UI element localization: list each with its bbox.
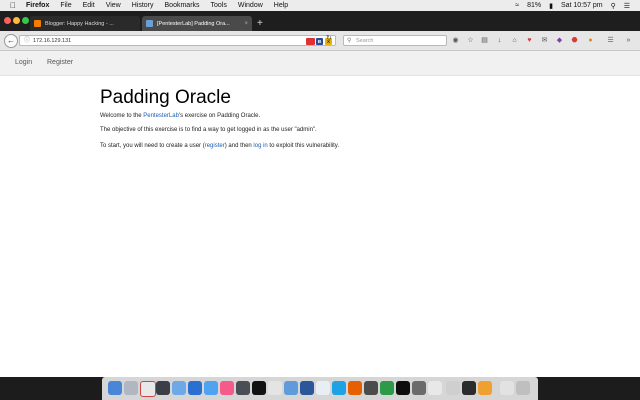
- welcome-paragraph: Welcome to the PentesterLab's exercise o…: [100, 113, 260, 119]
- home-icon[interactable]: ⌂: [510, 36, 519, 45]
- folder-icon[interactable]: [446, 381, 460, 395]
- globe-favicon-icon: [146, 20, 153, 27]
- minimize-window-button[interactable]: [13, 17, 20, 24]
- download-icon[interactable]: ↓: [495, 36, 504, 45]
- pocket-icon[interactable]: ♥: [525, 36, 534, 45]
- start-suffix: to exploit this vulnerability.: [267, 143, 340, 149]
- tab-pentesterlab[interactable]: [PentesterLab] Padding Ora... ×: [142, 16, 252, 31]
- battery-percent[interactable]: 81%: [527, 2, 541, 9]
- chrome-icon[interactable]: [380, 381, 394, 395]
- menu-file[interactable]: File: [60, 2, 71, 9]
- firefox-icon[interactable]: [348, 381, 362, 395]
- mac-menubar:  Firefox File Edit View History Bookmar…: [0, 0, 640, 11]
- terminal-icon[interactable]: [396, 381, 410, 395]
- instructions-paragraph: To start, you will need to create a user…: [100, 143, 339, 149]
- menu-tools[interactable]: Tools: [211, 2, 227, 9]
- app-store-icon[interactable]: [156, 381, 170, 395]
- downloads-icon[interactable]: [500, 381, 514, 395]
- navigation-toolbar: ← ⓘ 172.16.129.131 B X ↻ ⚲ Search ◉ ☆ ▤ …: [0, 31, 640, 51]
- abp-icon[interactable]: ⬣: [570, 36, 579, 45]
- register-inline-link[interactable]: register: [205, 143, 225, 149]
- url-bar[interactable]: ⓘ 172.16.129.131 B X: [19, 35, 336, 46]
- site-navbar: Login Register: [0, 51, 640, 76]
- menubar-status: ≈ 81% ▮ Sat 10:57 pm ⚲ ☰: [515, 0, 630, 11]
- apple-menu-icon[interactable]: : [10, 1, 18, 10]
- page-content: Login Register Padding Oracle Welcome to…: [0, 51, 640, 377]
- trash-icon[interactable]: [516, 381, 530, 395]
- back-button[interactable]: ←: [4, 34, 18, 48]
- spotlight-icon[interactable]: ⚲: [611, 2, 616, 10]
- clock[interactable]: Sat 10:57 pm: [561, 2, 603, 9]
- utility-icon[interactable]: [412, 381, 426, 395]
- wifi-icon[interactable]: ≈: [515, 2, 519, 9]
- system-app-icon[interactable]: [236, 381, 250, 395]
- close-window-button[interactable]: [4, 17, 11, 24]
- mail-icon[interactable]: [284, 381, 298, 395]
- battery-icon[interactable]: ▮: [549, 2, 553, 10]
- menu-window[interactable]: Window: [238, 2, 263, 9]
- close-tab-icon[interactable]: ×: [244, 21, 248, 27]
- tab-blogger[interactable]: Blogger: Happy Hacking - ...: [30, 16, 140, 31]
- zoom-window-button[interactable]: [22, 17, 29, 24]
- menu-edit[interactable]: Edit: [83, 2, 95, 9]
- search-placeholder: Search: [356, 38, 374, 44]
- calendar-icon[interactable]: [140, 381, 156, 397]
- menu-app-name[interactable]: Firefox: [26, 2, 49, 9]
- share-icon[interactable]: ✉: [540, 36, 549, 45]
- welcome-prefix: Welcome to the: [100, 113, 144, 119]
- reload-icon[interactable]: ↻: [326, 34, 332, 42]
- document-icon[interactable]: [428, 381, 442, 395]
- menu-hamburger-icon[interactable]: ☰: [606, 36, 615, 45]
- text-app-icon[interactable]: [316, 381, 330, 395]
- menu-history[interactable]: History: [132, 2, 154, 9]
- blogger-favicon-icon: [34, 20, 41, 27]
- login-link[interactable]: Login: [15, 59, 32, 66]
- new-tab-button[interactable]: +: [257, 16, 263, 31]
- bookmark-star-icon[interactable]: ☆: [466, 36, 475, 45]
- notification-center-icon[interactable]: ☰: [624, 2, 630, 10]
- menu-help[interactable]: Help: [274, 2, 288, 9]
- screen-icon[interactable]: [462, 381, 476, 395]
- text-editor-icon[interactable]: [268, 381, 282, 395]
- skype-icon[interactable]: [332, 381, 346, 395]
- search-icon: ⚲: [347, 38, 352, 44]
- search-box[interactable]: ⚲ Search: [343, 35, 447, 46]
- preview-icon[interactable]: [172, 381, 186, 395]
- word-icon[interactable]: [300, 381, 314, 395]
- launchpad-icon[interactable]: [124, 381, 138, 395]
- extension-b-badge[interactable]: B: [316, 38, 323, 45]
- terminal-like-icon[interactable]: [252, 381, 266, 395]
- register-link[interactable]: Register: [47, 59, 73, 66]
- site-info-icon[interactable]: ⓘ: [24, 36, 30, 47]
- itunes-icon[interactable]: [220, 381, 234, 395]
- finder-icon[interactable]: [108, 381, 122, 395]
- start-prefix: To start, you will need to create a user…: [100, 143, 205, 149]
- menu-bookmarks[interactable]: Bookmarks: [165, 2, 200, 9]
- extension-red-icon[interactable]: [306, 38, 315, 45]
- pentesterlab-link[interactable]: PentesterLab: [143, 113, 179, 119]
- xcode-icon[interactable]: [188, 381, 202, 395]
- login-inline-link[interactable]: log in: [253, 143, 267, 149]
- app-orange-icon[interactable]: [478, 381, 492, 395]
- overflow-icon[interactable]: »: [624, 36, 633, 45]
- app-icon[interactable]: [204, 381, 218, 395]
- extension-icon[interactable]: ◆: [555, 36, 564, 45]
- tab-title: Blogger: Happy Hacking - ...: [45, 20, 114, 27]
- url-text[interactable]: 172.16.129.131: [33, 38, 71, 44]
- reading-mode-icon[interactable]: ◉: [451, 36, 460, 45]
- page-title: Padding Oracle: [100, 87, 231, 108]
- menu-view[interactable]: View: [106, 2, 121, 9]
- tab-title: [PentesterLab] Padding Ora...: [157, 20, 230, 27]
- start-middle: ) and then: [224, 143, 254, 149]
- objective-paragraph: The objective of this exercise is to fin…: [100, 127, 317, 133]
- fox-extension-icon[interactable]: ●: [586, 36, 595, 45]
- app-dark-icon[interactable]: [364, 381, 378, 395]
- library-icon[interactable]: ▤: [480, 36, 489, 45]
- welcome-suffix: 's exercise on Padding Oracle.: [178, 113, 261, 119]
